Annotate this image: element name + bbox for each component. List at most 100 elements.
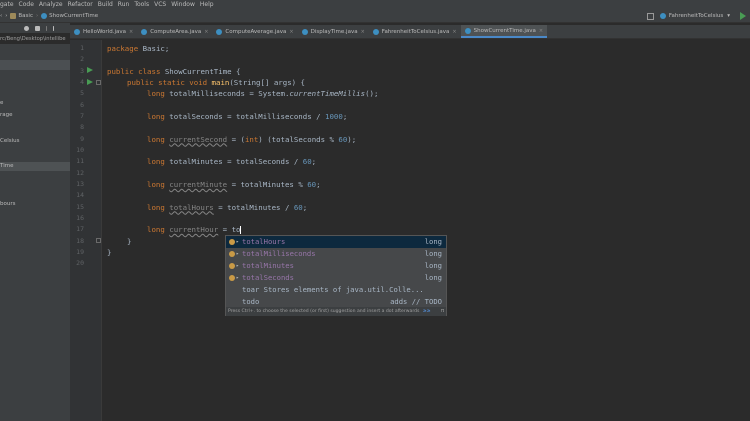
menu-build[interactable]: Build (98, 1, 113, 8)
line-number: 4 (80, 78, 84, 86)
tab-fahrenheittocelsius[interactable]: FahrenheitToCelsius.java × (369, 25, 461, 38)
menu-window[interactable]: Window (171, 1, 195, 8)
breadcrumb: ‹ › Basic › ShowCurrentTime (0, 9, 750, 23)
code-line-3: public class ShowCurrentTime { (107, 66, 241, 76)
code-line-9: long currentSecond = (int) (totalSeconds… (147, 134, 357, 144)
line-number: 8 (80, 123, 84, 131)
class-icon (464, 27, 471, 34)
line-number: 3 (80, 66, 84, 75)
run-configuration-select[interactable]: FahrenheitToCelsius ▾ (659, 13, 730, 19)
editor-gutter: 1 2 3 4 5 6 7 8 9 10 11 12 13 14 15 16 1… (70, 40, 102, 421)
line-number: 6 (80, 100, 84, 109)
suggestion-item[interactable]: ▸ totalMinutes long (226, 260, 446, 272)
collapse-icon[interactable] (53, 25, 54, 31)
visibility-icon: ▸ (236, 275, 240, 281)
menu-code[interactable]: Code (19, 1, 34, 8)
tab-computearea[interactable]: ComputeArea.java × (137, 25, 212, 38)
line-number: 14 (76, 191, 84, 199)
code-line-15: long totalHours = totalMinutes / 60; (147, 202, 308, 212)
line-number: 15 (76, 202, 84, 211)
suggestion-item[interactable]: ▸ totalHours long (226, 236, 446, 248)
class-icon (141, 28, 148, 35)
settings-icon[interactable] (35, 25, 40, 31)
tree-item[interactable]: e (0, 99, 70, 108)
run-class-icon[interactable] (87, 67, 93, 73)
close-icon[interactable]: × (129, 29, 133, 35)
line-number: 5 (80, 89, 84, 97)
visibility-icon: ▸ (236, 263, 240, 269)
fold-icon[interactable] (96, 80, 101, 85)
field-icon (229, 275, 235, 281)
class-icon (301, 28, 308, 35)
line-number: 9 (80, 134, 84, 143)
project-toolbar (0, 23, 70, 33)
line-number: 19 (76, 248, 84, 256)
class-icon (216, 28, 223, 35)
line-number: 18 (76, 236, 84, 245)
menu-tools[interactable]: Tools (134, 1, 149, 8)
suggestion-item[interactable]: ▸ totalSeconds long (226, 272, 446, 284)
menu-vcs[interactable]: VCS (154, 1, 166, 8)
code-line-19: } (107, 248, 112, 257)
breadcrumb-item-package[interactable]: Basic › (10, 12, 38, 19)
line-number: 17 (76, 225, 84, 233)
tree-item-current[interactable]: Time (0, 162, 70, 171)
editor-tabs: HelloWorld.java × ComputeArea.java × Compu… (70, 25, 750, 39)
code-line-5: long totalMilliseconds = System.currentT… (147, 89, 379, 98)
hint-link[interactable]: ≥≥ (423, 309, 431, 314)
line-number: 2 (80, 55, 84, 63)
project-path: rc/Beng\Desktop\intellibe (0, 36, 66, 42)
suggestion-item[interactable]: ▸ totalMilliseconds long (226, 248, 446, 260)
pi-icon[interactable]: π (441, 307, 444, 316)
tab-helloworld[interactable]: HelloWorld.java × (70, 25, 137, 38)
run-widget: FahrenheitToCelsius ▾ (646, 9, 750, 23)
chevron-down-icon: ▾ (727, 13, 730, 19)
menu-navigate[interactable]: gate (0, 1, 14, 8)
line-number: 7 (80, 112, 84, 120)
code-line-13: long currentMinute = totalMinutes % 60; (147, 180, 321, 189)
breadcrumb-chevron-left-icon[interactable]: ‹ (0, 13, 2, 19)
folder-icon (10, 12, 17, 19)
scope-icon[interactable] (24, 25, 29, 31)
code-line-17: long currentHour = to (147, 225, 242, 234)
code-editor[interactable]: package Basic; public class ShowCurrentT… (103, 40, 750, 421)
line-number: 10 (76, 146, 84, 154)
code-line-1: package Basic; (107, 44, 170, 53)
build-icon[interactable] (646, 12, 654, 20)
field-icon (229, 251, 235, 257)
tree-item-selected[interactable] (0, 60, 70, 70)
menu-refactor[interactable]: Refactor (68, 1, 93, 8)
suggestion-item[interactable]: toar Stores elements of java.util.Colle.… (226, 284, 446, 296)
menu-run[interactable]: Run (118, 1, 130, 8)
tree-item[interactable]: bours (0, 200, 70, 209)
close-icon[interactable]: × (452, 29, 456, 35)
close-icon[interactable]: × (204, 29, 208, 35)
visibility-icon: ▸ (236, 239, 240, 245)
run-main-icon[interactable] (87, 78, 93, 85)
class-icon (74, 28, 80, 35)
code-line-4: public static void main(String[] args) { (127, 78, 305, 87)
close-icon[interactable]: × (289, 29, 293, 35)
close-icon[interactable]: × (539, 28, 543, 34)
line-number: 20 (76, 259, 84, 267)
tab-showcurrenttime[interactable]: ShowCurrentTime.java × (460, 25, 548, 38)
class-icon (372, 28, 379, 35)
run-icon[interactable] (740, 12, 746, 20)
code-line-7: long totalSeconds = totalMilliseconds / … (147, 112, 348, 121)
autocomplete-popup: ▸ totalHours long ▸ totalMilliseconds lo… (225, 235, 447, 316)
fold-icon[interactable] (96, 238, 101, 243)
tree-item[interactable]: rage (0, 111, 70, 120)
tab-computeaverage[interactable]: ComputeAverage.java × (212, 25, 297, 38)
class-icon (659, 13, 666, 19)
menu-analyze[interactable]: Analyze (39, 1, 63, 8)
popup-hint: Press Ctrl+. to choose the selected (or … (226, 307, 446, 316)
close-icon[interactable]: × (361, 29, 365, 35)
menu-help[interactable]: Help (200, 1, 214, 8)
tree-item[interactable]: Celsius (0, 137, 70, 146)
line-number: 16 (76, 214, 84, 222)
breadcrumb-chevron-right-icon[interactable]: › (5, 13, 7, 19)
breadcrumb-item-class[interactable]: ShowCurrentTime (41, 12, 98, 19)
tab-displaytime[interactable]: DisplayTime.java × (298, 25, 369, 38)
field-icon (229, 263, 235, 269)
text-caret (240, 226, 242, 234)
